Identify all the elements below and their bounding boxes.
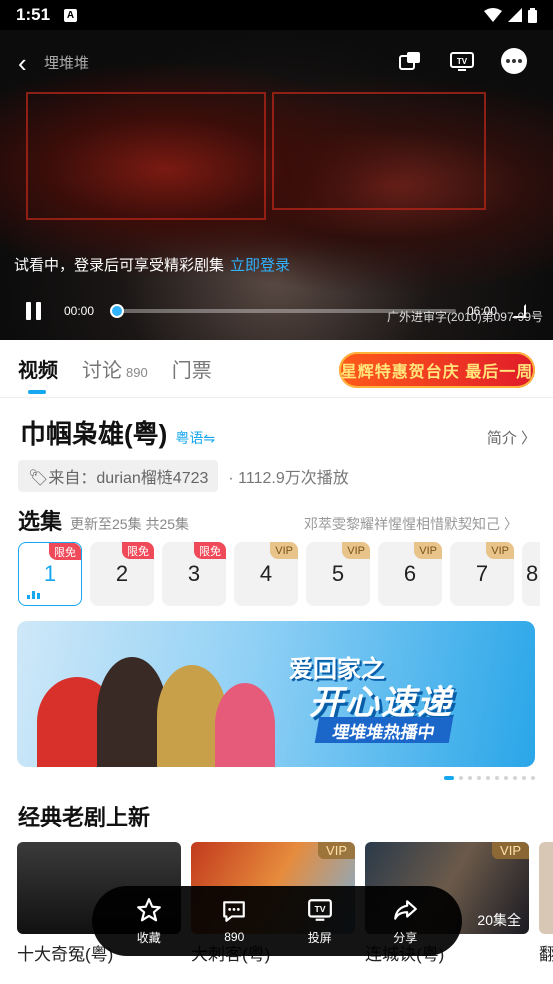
- notification-icon: A: [64, 8, 78, 22]
- episode-item[interactable]: 3 限免: [162, 542, 226, 606]
- episodes-title: 选集: [18, 509, 63, 534]
- video-watermark: 埋堆堆: [44, 55, 90, 72]
- current-time: 00:00: [64, 304, 95, 318]
- status-time: 1:51: [16, 5, 51, 24]
- signal-icon: [508, 8, 522, 22]
- divider: [0, 397, 553, 398]
- carousel-indicator: [444, 776, 535, 780]
- progress-knob[interactable]: [110, 304, 124, 318]
- video-frame-border: [272, 92, 486, 210]
- tab-video[interactable]: 视频: [18, 354, 58, 394]
- episodes-update: 更新至25集 共25集: [70, 516, 190, 532]
- tag-icon: 🏷: [28, 470, 49, 487]
- vip-badge: VIP: [486, 542, 514, 559]
- svg-text:TV: TV: [314, 904, 325, 914]
- drama-card[interactable]: 翻: [539, 842, 553, 965]
- drama-thumbnail: [539, 842, 553, 934]
- pause-icon[interactable]: [26, 302, 44, 320]
- tv-cast-icon[interactable]: TV: [449, 48, 475, 74]
- vip-badge: VIP: [492, 842, 529, 859]
- cast-link[interactable]: 邓萃雯黎耀祥惺惺相惜默契知己 〉: [304, 514, 534, 534]
- drama-title: 翻: [539, 945, 553, 964]
- free-badge: 限免: [49, 543, 81, 560]
- wifi-icon: [484, 8, 502, 22]
- license-text: 广外进审字(2010)第097-99号: [386, 310, 543, 324]
- tab-tickets[interactable]: 门票: [172, 354, 212, 383]
- language-switch[interactable]: 粤语⇋: [175, 428, 215, 448]
- episode-item[interactable]: 7 VIP: [450, 542, 514, 606]
- vip-badge: VIP: [270, 542, 298, 559]
- video-frame-border: [26, 92, 266, 220]
- tv-cast-icon: TV: [307, 898, 332, 921]
- comment-icon: [223, 901, 246, 922]
- playing-icon: [27, 591, 40, 599]
- tab-discussion[interactable]: 讨论 890: [82, 354, 148, 383]
- free-badge: 限免: [194, 542, 226, 559]
- classic-section-title: 经典老剧上新: [18, 805, 151, 830]
- show-title: 巾帼枭雄(粤): [20, 419, 168, 449]
- more-icon[interactable]: [501, 48, 527, 74]
- episode-item[interactable]: 1 限免: [18, 542, 82, 606]
- banner-cast-image: [37, 637, 277, 767]
- episode-list: 1 限免 2 限免 3 限免 4 VIP 5 VIP 6 VIP 7 VIP 8: [18, 542, 540, 606]
- episode-item[interactable]: 8: [522, 542, 540, 606]
- action-bar: 收藏 890 TV 投屏 分享: [92, 886, 462, 956]
- star-icon: [136, 897, 161, 921]
- play-count: · 1112.9万次播放: [228, 470, 349, 487]
- free-badge: 限免: [122, 542, 154, 559]
- pip-icon[interactable]: [397, 48, 423, 74]
- episode-item[interactable]: 2 限免: [90, 542, 154, 606]
- trial-text: 试看中，登录后可享受精彩剧集: [14, 257, 225, 274]
- promo-carousel-banner[interactable]: 爱回家之 开心速递 埋堆堆热播中: [17, 621, 535, 767]
- intro-link[interactable]: 简介 〉: [487, 427, 536, 448]
- vip-badge: VIP: [318, 842, 355, 859]
- source-tag[interactable]: 🏷来自：durian榴梿4723: [18, 460, 219, 492]
- status-bar: 1:51 A: [0, 0, 553, 30]
- battery-icon: [528, 7, 537, 23]
- episode-item[interactable]: 5 VIP: [306, 542, 370, 606]
- episode-count: 20集全: [477, 912, 521, 928]
- vip-badge: VIP: [342, 542, 370, 559]
- favorite-button[interactable]: 收藏: [136, 897, 162, 946]
- trial-notice: 试看中，登录后可享受精彩剧集 立即登录: [14, 254, 290, 275]
- comment-button[interactable]: 890: [221, 898, 247, 944]
- episode-item[interactable]: 4 VIP: [234, 542, 298, 606]
- cast-button[interactable]: TV 投屏: [307, 897, 333, 946]
- login-link[interactable]: 立即登录: [230, 257, 290, 274]
- video-player[interactable]: ‹ 埋堆堆 TV 试看中，登录后可享受精彩剧集 立即登录 00:00 06:00 …: [0, 30, 553, 340]
- promo-banner-button[interactable]: 星辉特惠贺台庆 最后一周: [339, 352, 535, 388]
- discussion-count: 890: [126, 364, 148, 380]
- banner-logo-line3: 埋堆堆热播中: [314, 717, 454, 743]
- svg-text:TV: TV: [457, 57, 468, 66]
- vip-badge: VIP: [414, 542, 442, 559]
- share-button[interactable]: 分享: [392, 897, 418, 946]
- back-arrow-icon[interactable]: ‹: [18, 48, 27, 79]
- episode-item[interactable]: 6 VIP: [378, 542, 442, 606]
- share-icon: [394, 899, 418, 920]
